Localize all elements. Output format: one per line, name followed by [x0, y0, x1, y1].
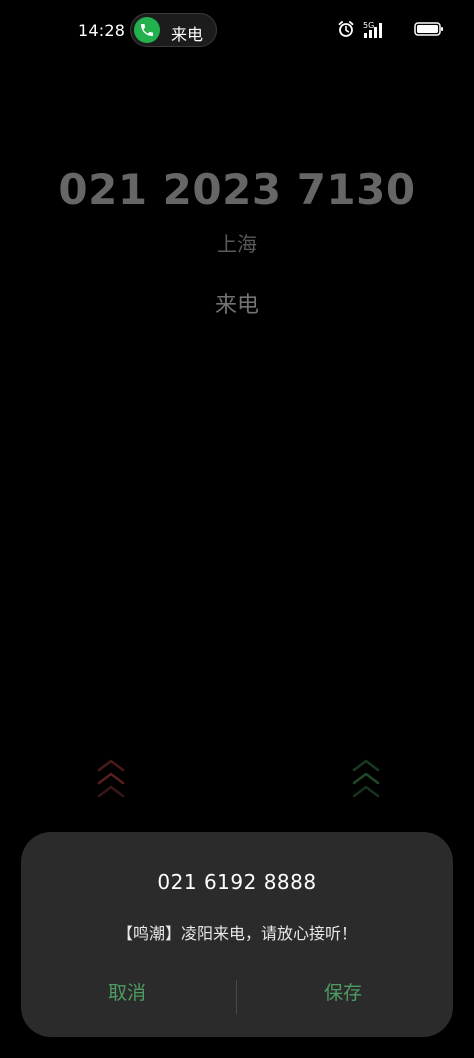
phone-icon — [134, 17, 160, 43]
battery-icon — [414, 20, 444, 42]
caller-id-card: 021 6192 8888 【鸣潮】凌阳来电，请放心接听！ 取消 保存 — [21, 832, 453, 1037]
caller-location: 上海 — [217, 232, 257, 256]
ongoing-call-pill[interactable]: 来电 — [130, 13, 217, 47]
save-button[interactable]: 保存 — [324, 978, 362, 1005]
svg-text:5G: 5G — [363, 21, 374, 30]
caller-number: 021 2023 7130 — [58, 165, 416, 214]
signal-icon: 5G — [360, 20, 388, 44]
call-pill-label: 来电 — [171, 25, 204, 44]
card-message: 【鸣潮】凌阳来电，请放心接听！ — [116, 924, 357, 943]
swipe-up-accept-icon[interactable] — [351, 758, 381, 800]
cancel-button[interactable]: 取消 — [108, 978, 146, 1005]
status-time: 14:28 — [78, 21, 126, 40]
swipe-up-decline-icon[interactable] — [96, 758, 126, 800]
alarm-icon — [338, 20, 354, 42]
status-bar: 14:28 来电 5G — [0, 0, 474, 62]
call-state-label: 来电 — [214, 293, 259, 318]
card-phone-number: 021 6192 8888 — [157, 870, 317, 894]
button-divider — [236, 980, 237, 1014]
